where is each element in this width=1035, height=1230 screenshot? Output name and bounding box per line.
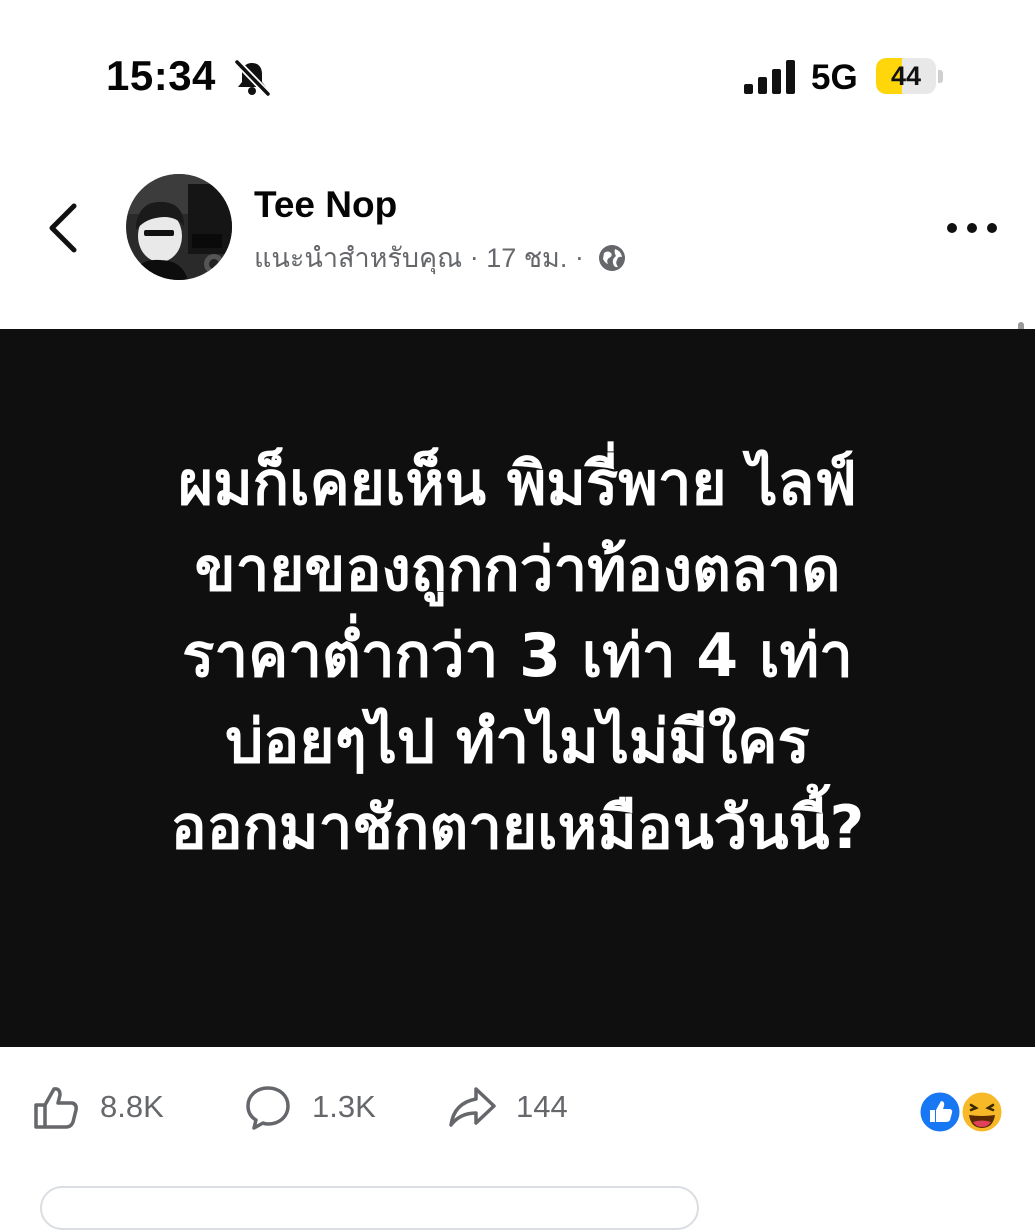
reactions-summary[interactable] [918, 1088, 1010, 1136]
status-bar: 15:34 5G 44 [0, 0, 1035, 150]
image-text-line: บ่อยๆไป ทำไมไม่มีใคร [225, 707, 810, 777]
battery-level: 44 [890, 61, 922, 91]
image-text-line: ออกมาชักตายเหมือนวันนี้? [170, 793, 865, 863]
post-image-text: ผมก็เคยเห็น พิมรี่พาย ไลฟ์ ขายของถูกกว่า… [0, 441, 1035, 871]
share-button[interactable]: 144 [448, 1082, 568, 1132]
network-type: 5G [811, 58, 858, 97]
bell-slash-icon [234, 59, 271, 97]
share-count: 144 [516, 1089, 568, 1124]
share-arrow-icon [449, 1087, 496, 1127]
post-image[interactable]: ผมก็เคยเห็น พิมรี่พาย ไลฟ์ ขายของถูกกว่า… [0, 329, 1035, 1047]
comment-input[interactable] [40, 1186, 699, 1230]
image-text-line: ขายของถูกกว่าท้องตลาด [194, 535, 841, 605]
avatar[interactable] [126, 174, 232, 280]
battery-indicator: 44 [876, 58, 944, 96]
like-button[interactable]: 8.8K [32, 1082, 164, 1132]
author-name[interactable]: Tee Nop [254, 184, 397, 226]
like-reaction-icon [918, 1089, 963, 1135]
comment-bubble-icon [246, 1086, 290, 1130]
post-time[interactable]: 17 ชม. [486, 243, 567, 273]
globe-icon [599, 244, 626, 271]
comment-button[interactable]: 1.3K [244, 1082, 376, 1132]
more-options-icon[interactable] [944, 214, 1000, 242]
clock-time: 15:34 [106, 52, 216, 99]
image-text-line: ผมก็เคยเห็น พิมรี่พาย ไลฟ์ [178, 449, 857, 519]
like-count: 8.8K [100, 1089, 164, 1124]
image-text-line: ราคาต่ำกว่า 3 เท่า 4 เท่า [182, 621, 853, 691]
back-chevron-icon[interactable] [44, 198, 84, 258]
comment-count: 1.3K [312, 1089, 376, 1124]
signal-bars-icon [744, 60, 795, 94]
post-meta: แนะนำสำหรับคุณ · 17 ชม. · [254, 236, 627, 279]
thumbs-up-icon [34, 1087, 78, 1129]
post-actions: 8.8K 1.3K 144 [0, 1060, 1035, 1160]
meta-separator: · [574, 242, 584, 272]
recommended-label: แนะนำสำหรับคุณ [254, 243, 463, 273]
meta-separator: · [469, 242, 479, 272]
haha-reaction-icon [959, 1089, 1005, 1135]
